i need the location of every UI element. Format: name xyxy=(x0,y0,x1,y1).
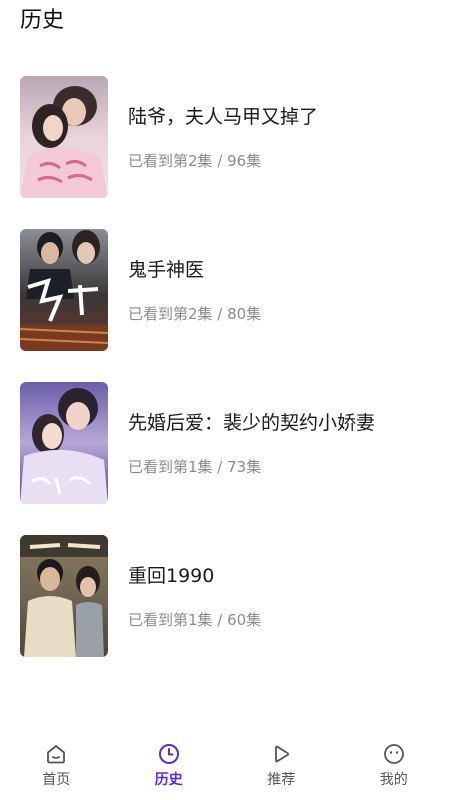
tab-home[interactable]: 首页 xyxy=(0,738,113,800)
drama-cover[interactable] xyxy=(20,76,108,198)
tab-label: 我的 xyxy=(379,772,408,788)
home-icon xyxy=(47,745,66,764)
drama-info: 陆爷，夫人马甲又掉了 已看到第2集 / 96集 xyxy=(128,76,434,198)
drama-title[interactable]: 先婚后爱：裴少的契约小娇妻 xyxy=(128,410,375,436)
watch-progress: 已看到第1集 / 60集 xyxy=(128,611,262,629)
watch-progress: 已看到第2集 / 80集 xyxy=(128,305,262,323)
cover-image xyxy=(20,382,108,504)
drama-title[interactable]: 重回1990 xyxy=(128,563,214,589)
history-item[interactable]: 先婚后爱：裴少的契约小娇妻 已看到第1集 / 73集 xyxy=(0,382,450,535)
cover-image xyxy=(20,535,108,657)
play-icon xyxy=(275,745,290,763)
page-title: 历史 xyxy=(20,8,65,33)
tab-label: 推荐 xyxy=(267,772,296,788)
history-list: 陆爷，夫人马甲又掉了 已看到第2集 / 96集 鬼手神医 已看到第2集 / 80… xyxy=(0,76,450,688)
bottom-tab-bar: 首页 历史 推荐 我的 xyxy=(0,738,450,800)
tab-recommend[interactable]: 推荐 xyxy=(225,738,338,800)
drama-cover[interactable] xyxy=(20,382,108,504)
drama-cover[interactable] xyxy=(20,535,108,657)
cover-image xyxy=(20,229,108,351)
tab-label: 历史 xyxy=(154,772,183,788)
tab-label: 首页 xyxy=(42,772,71,788)
drama-info: 鬼手神医 已看到第2集 / 80集 xyxy=(128,229,434,351)
drama-info: 先婚后爱：裴少的契约小娇妻 已看到第1集 / 73集 xyxy=(128,382,434,504)
cover-image xyxy=(20,76,108,198)
tab-me[interactable]: 我的 xyxy=(338,738,450,800)
history-item[interactable]: 鬼手神医 已看到第2集 / 80集 xyxy=(0,229,450,382)
smiley-icon xyxy=(383,744,404,764)
watch-progress: 已看到第1集 / 73集 xyxy=(128,458,262,476)
watch-progress: 已看到第2集 / 96集 xyxy=(128,152,262,170)
drama-info: 重回1990 已看到第1集 / 60集 xyxy=(128,535,434,657)
clock-icon xyxy=(158,744,179,764)
drama-title[interactable]: 鬼手神医 xyxy=(128,257,204,283)
drama-title[interactable]: 陆爷，夫人马甲又掉了 xyxy=(128,104,318,130)
drama-cover[interactable] xyxy=(20,229,108,351)
tab-history[interactable]: 历史 xyxy=(113,738,226,800)
history-item[interactable]: 陆爷，夫人马甲又掉了 已看到第2集 / 96集 xyxy=(0,76,450,229)
history-item[interactable]: 重回1990 已看到第1集 / 60集 xyxy=(0,535,450,688)
